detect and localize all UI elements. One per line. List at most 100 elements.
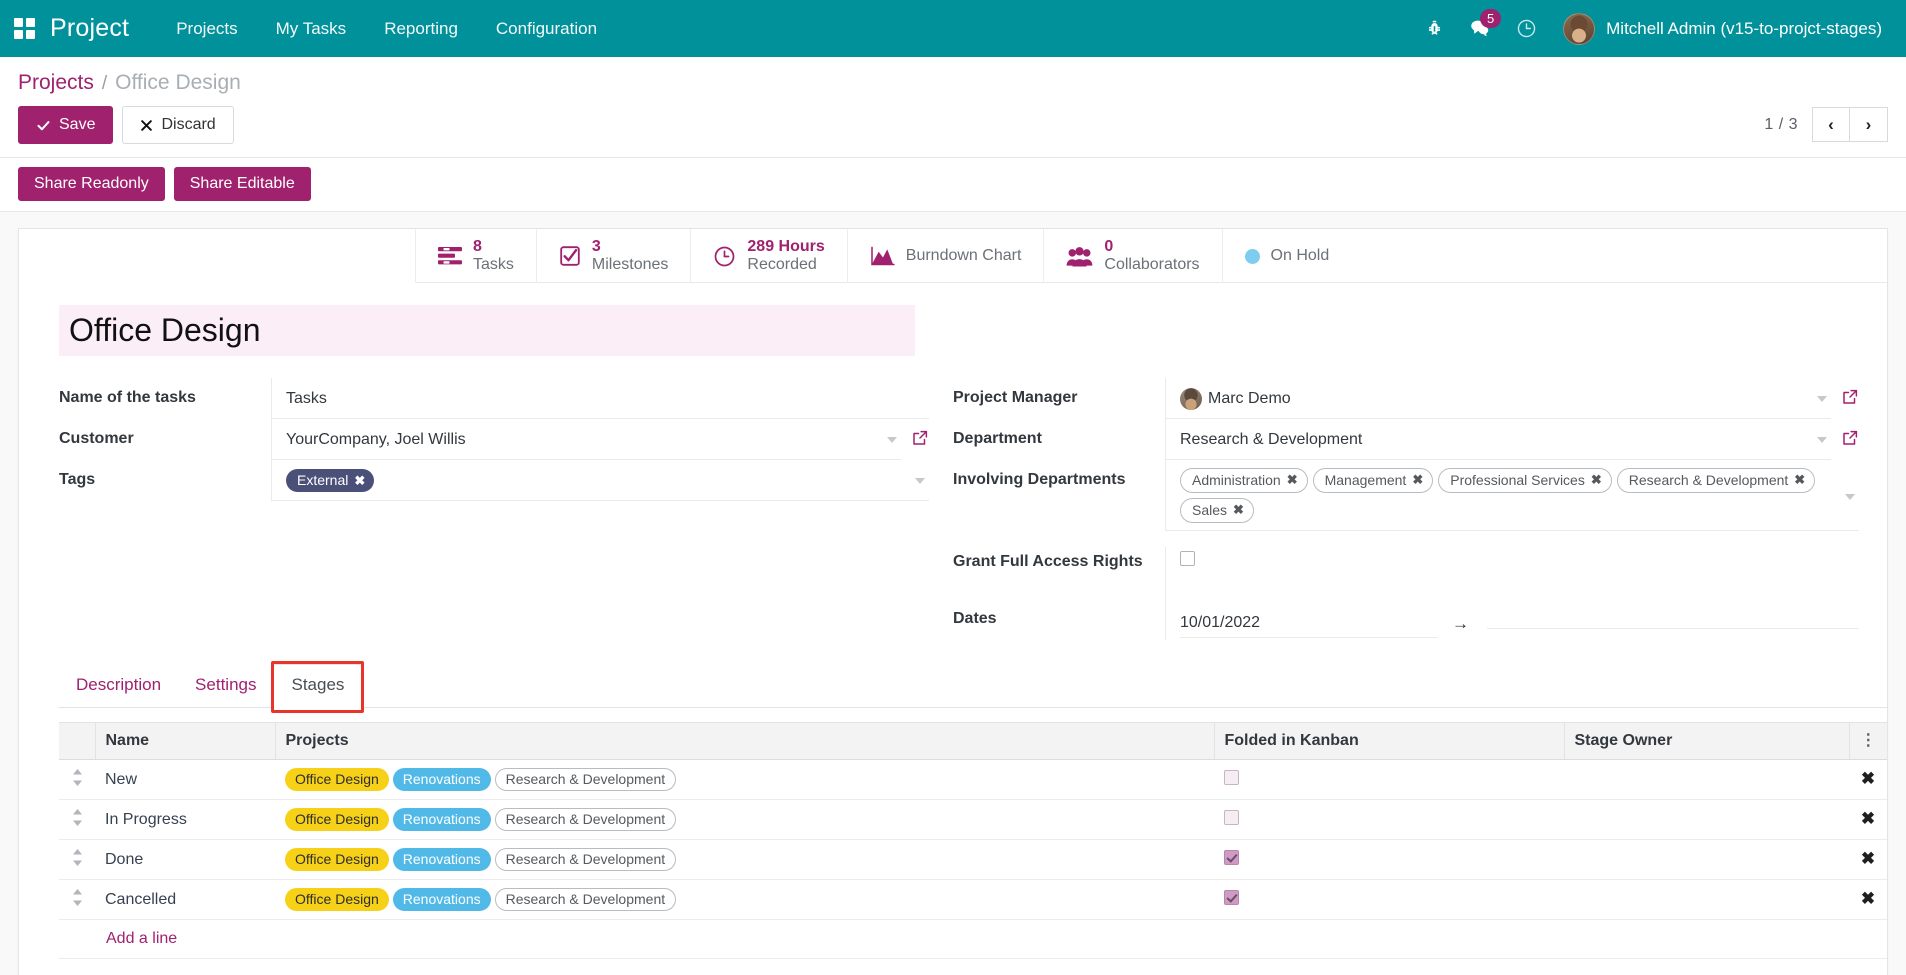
nav-menu-reporting[interactable]: Reporting bbox=[365, 0, 477, 57]
drag-handle-icon[interactable] bbox=[72, 889, 83, 906]
grant-full-access-field[interactable] bbox=[1165, 547, 1859, 599]
cell-delete[interactable]: ✖ bbox=[1849, 800, 1887, 840]
cell-stage-projects[interactable]: Office DesignRenovationsResearch & Devel… bbox=[275, 800, 1214, 840]
chevron-down-icon[interactable] bbox=[915, 478, 925, 484]
cell-stage-name[interactable]: New bbox=[95, 760, 275, 800]
column-header-name[interactable]: Name bbox=[95, 723, 275, 760]
department-remove-icon[interactable]: ✖ bbox=[1412, 471, 1423, 489]
add-a-line-row[interactable]: Add a line bbox=[59, 920, 1887, 959]
chevron-right-icon[interactable]: › bbox=[1850, 107, 1888, 142]
cell-stage-owner[interactable] bbox=[1564, 880, 1849, 920]
tags-field[interactable]: External ✖ bbox=[271, 460, 929, 501]
row-drag-handle-cell[interactable] bbox=[59, 760, 95, 800]
department-remove-icon[interactable]: ✖ bbox=[1794, 471, 1805, 489]
chevron-down-icon[interactable] bbox=[1817, 437, 1827, 443]
share-editable-button[interactable]: Share Editable bbox=[174, 167, 311, 201]
tab-settings[interactable]: Settings bbox=[178, 665, 273, 707]
drag-handle-icon[interactable] bbox=[72, 849, 83, 866]
stat-button-tasks[interactable]: 8 Tasks bbox=[415, 229, 536, 283]
stat-button-burndown-chart[interactable]: Burndown Chart bbox=[847, 229, 1044, 283]
row-drag-handle-cell[interactable] bbox=[59, 800, 95, 840]
save-button[interactable]: Save bbox=[18, 106, 113, 144]
stat-button-collaborators[interactable]: 0 Collaborators bbox=[1043, 229, 1221, 283]
cell-stage-owner[interactable] bbox=[1564, 800, 1849, 840]
folded-in-kanban-checkbox[interactable] bbox=[1224, 810, 1239, 825]
nav-menu-projects[interactable]: Projects bbox=[157, 0, 256, 57]
cell-folded-in-kanban[interactable] bbox=[1214, 760, 1564, 800]
department-field[interactable]: Research & Development bbox=[1165, 419, 1831, 460]
chevron-down-icon[interactable] bbox=[1817, 396, 1827, 402]
project-manager-value[interactable]: Marc Demo bbox=[1208, 390, 1811, 408]
tag-remove-icon[interactable]: ✖ bbox=[354, 472, 365, 489]
involving-departments-field[interactable]: Administration ✖ Management ✖ Profession… bbox=[1165, 460, 1859, 531]
cell-stage-name[interactable]: Cancelled bbox=[95, 880, 275, 920]
date-end-input[interactable] bbox=[1487, 619, 1859, 629]
cell-stage-owner[interactable] bbox=[1564, 760, 1849, 800]
delete-x-icon[interactable]: ✖ bbox=[1861, 769, 1875, 788]
customer-field[interactable]: YourCompany, Joel Willis bbox=[271, 419, 901, 460]
tag-pill[interactable]: External ✖ bbox=[286, 469, 374, 492]
cell-stage-owner[interactable] bbox=[1564, 840, 1849, 880]
messages-icon[interactable]: 5 bbox=[1457, 0, 1503, 57]
nav-menu-configuration[interactable]: Configuration bbox=[477, 0, 616, 57]
department-internal-link-icon[interactable] bbox=[1831, 419, 1859, 447]
cell-stage-name[interactable]: In Progress bbox=[95, 800, 275, 840]
cell-stage-name[interactable]: Done bbox=[95, 840, 275, 880]
department-pill[interactable]: Professional Services ✖ bbox=[1438, 468, 1612, 493]
bug-icon[interactable] bbox=[1411, 0, 1457, 57]
apps-grid-icon[interactable] bbox=[14, 18, 36, 40]
name-of-tasks-field[interactable]: Tasks bbox=[271, 378, 929, 419]
delete-x-icon[interactable]: ✖ bbox=[1861, 889, 1875, 908]
row-drag-handle-cell[interactable] bbox=[59, 880, 95, 920]
discard-button[interactable]: Discard bbox=[122, 106, 233, 144]
folded-in-kanban-checkbox[interactable] bbox=[1224, 770, 1239, 785]
folded-in-kanban-checkbox[interactable] bbox=[1224, 890, 1239, 905]
department-pill[interactable]: Research & Development ✖ bbox=[1617, 468, 1815, 493]
breadcrumb-projects[interactable]: Projects bbox=[18, 69, 94, 96]
tab-stages[interactable]: Stages bbox=[273, 664, 362, 708]
table-row[interactable]: In Progress Office DesignRenovationsRese… bbox=[59, 800, 1887, 840]
customer-internal-link-icon[interactable] bbox=[901, 419, 929, 447]
column-header-projects[interactable]: Projects bbox=[275, 723, 1214, 760]
drag-handle-icon[interactable] bbox=[72, 809, 83, 826]
name-of-tasks-value[interactable]: Tasks bbox=[286, 390, 929, 408]
chevron-left-icon[interactable]: ‹ bbox=[1812, 107, 1850, 142]
delete-x-icon[interactable]: ✖ bbox=[1861, 849, 1875, 868]
project-manager-internal-link-icon[interactable] bbox=[1831, 378, 1859, 406]
user-menu[interactable]: Mitchell Admin (v15-to-projct-stages) bbox=[1549, 13, 1888, 45]
clock-icon[interactable] bbox=[1503, 0, 1549, 57]
tab-description[interactable]: Description bbox=[59, 665, 178, 707]
table-row[interactable]: New Office DesignRenovationsResearch & D… bbox=[59, 760, 1887, 800]
cell-delete[interactable]: ✖ bbox=[1849, 760, 1887, 800]
vertical-dots-icon[interactable]: ⋮ bbox=[1860, 732, 1876, 749]
add-line-cell[interactable]: Add a line bbox=[95, 920, 1887, 959]
cell-delete[interactable]: ✖ bbox=[1849, 880, 1887, 920]
project-name-input[interactable]: Office Design bbox=[59, 305, 915, 356]
department-pill[interactable]: Management ✖ bbox=[1313, 468, 1434, 493]
customer-value[interactable]: YourCompany, Joel Willis bbox=[286, 431, 881, 449]
cell-stage-projects[interactable]: Office DesignRenovationsResearch & Devel… bbox=[275, 760, 1214, 800]
cell-folded-in-kanban[interactable] bbox=[1214, 800, 1564, 840]
stat-button-hours-recorded[interactable]: 289 Hours Recorded bbox=[690, 229, 846, 283]
drag-handle-icon[interactable] bbox=[72, 769, 83, 786]
delete-x-icon[interactable]: ✖ bbox=[1861, 809, 1875, 828]
table-row[interactable]: Done Office DesignRenovationsResearch & … bbox=[59, 840, 1887, 880]
cell-folded-in-kanban[interactable] bbox=[1214, 880, 1564, 920]
department-remove-icon[interactable]: ✖ bbox=[1287, 471, 1298, 489]
add-a-line-link[interactable]: Add a line bbox=[105, 930, 177, 947]
department-remove-icon[interactable]: ✖ bbox=[1591, 471, 1602, 489]
project-manager-field[interactable]: Marc Demo bbox=[1165, 378, 1831, 419]
folded-in-kanban-checkbox[interactable] bbox=[1224, 850, 1239, 865]
cell-stage-projects[interactable]: Office DesignRenovationsResearch & Devel… bbox=[275, 840, 1214, 880]
share-readonly-button[interactable]: Share Readonly bbox=[18, 167, 165, 201]
department-pill[interactable]: Sales ✖ bbox=[1180, 498, 1254, 523]
grant-full-access-checkbox[interactable] bbox=[1180, 551, 1195, 566]
department-value[interactable]: Research & Development bbox=[1180, 431, 1811, 449]
table-row[interactable]: Cancelled Office DesignRenovationsResear… bbox=[59, 880, 1887, 920]
department-remove-icon[interactable]: ✖ bbox=[1233, 501, 1244, 519]
stat-button-milestones[interactable]: 3 Milestones bbox=[536, 229, 690, 283]
chevron-down-icon[interactable] bbox=[1845, 494, 1855, 500]
stat-button-status-on-hold[interactable]: On Hold bbox=[1222, 229, 1352, 283]
column-header-stage-owner[interactable]: Stage Owner bbox=[1564, 723, 1849, 760]
column-header-folded-in-kanban[interactable]: Folded in Kanban bbox=[1214, 723, 1564, 760]
